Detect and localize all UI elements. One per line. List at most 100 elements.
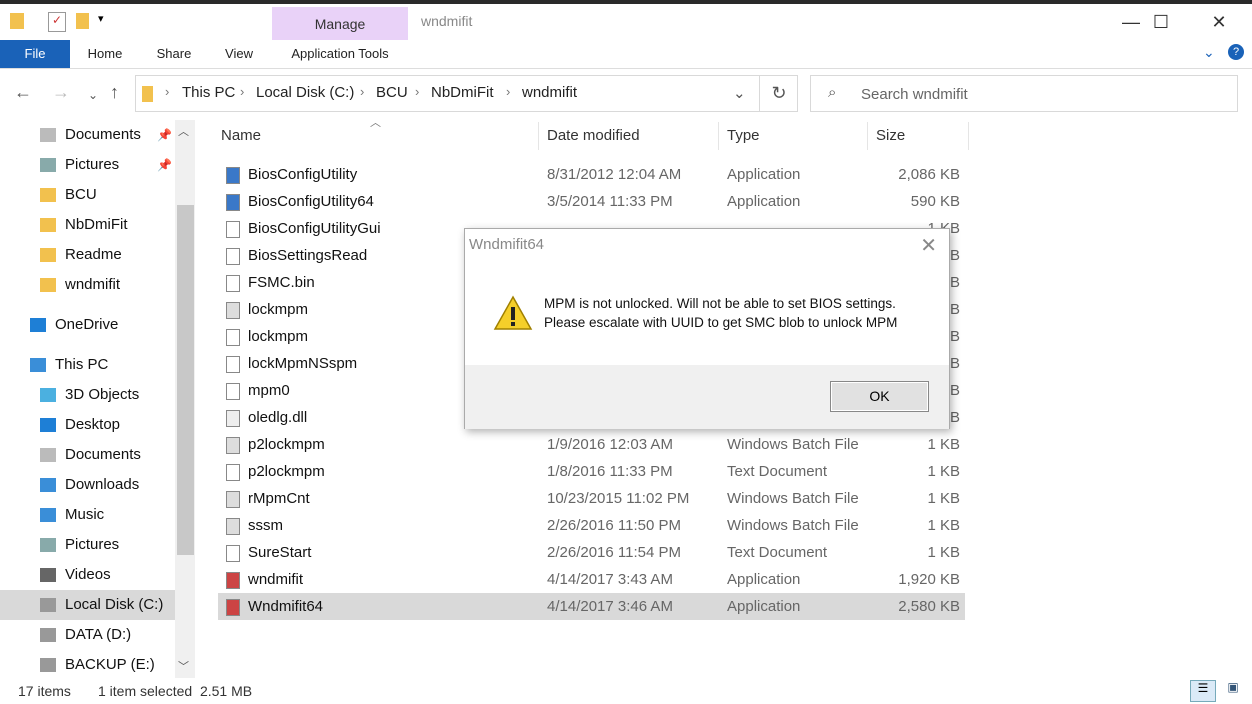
- large-icons-view-button[interactable]: ▣: [1220, 680, 1246, 702]
- music-icon: [40, 508, 56, 522]
- sidebar-item[interactable]: OneDrive: [0, 310, 175, 340]
- sidebar-item-label: wndmifit: [65, 276, 121, 293]
- column-divider[interactable]: [718, 122, 719, 150]
- column-date-modified[interactable]: Date modified: [547, 127, 640, 144]
- file-row[interactable]: rMpmCnt 10/23/2015 11:02 PM Windows Batc…: [218, 485, 965, 512]
- recent-locations-icon[interactable]: ⌄: [88, 88, 98, 102]
- sidebar-item[interactable]: DATA (D:): [0, 620, 175, 650]
- file-date: 2/26/2016 11:54 PM: [547, 544, 681, 561]
- tab-file[interactable]: File: [0, 40, 70, 68]
- breadcrumb-wndmifit[interactable]: wndmifit: [522, 84, 577, 101]
- scroll-up-icon[interactable]: ︿: [178, 123, 189, 139]
- maximize-button[interactable]: ☐: [1138, 8, 1184, 36]
- sidebar-item[interactable]: Desktop: [0, 410, 175, 440]
- sidebar-item[interactable]: Local Disk (C:): [0, 590, 175, 620]
- message-dialog: Wndmifit64 ✕ MPM is not unlocked. Will n…: [464, 228, 950, 429]
- breadcrumb-nbdmifit[interactable]: NbDmiFit: [431, 84, 494, 101]
- sidebar-item[interactable]: NbDmiFit: [0, 210, 175, 240]
- scrollbar-thumb[interactable]: [177, 205, 194, 555]
- item-count: 17 items: [18, 683, 71, 699]
- details-view-button[interactable]: ☰: [1190, 680, 1216, 702]
- breadcrumb-local-disk[interactable]: Local Disk (C:): [256, 84, 354, 101]
- file-row[interactable]: p2lockmpm 1/9/2016 12:03 AM Windows Batc…: [218, 431, 965, 458]
- file-batch-icon: [226, 302, 240, 319]
- sidebar-item-label: BCU: [65, 186, 97, 203]
- file-row[interactable]: BiosConfigUtility 8/31/2012 12:04 AM App…: [218, 161, 965, 188]
- file-name: lockMpmNSspm: [248, 355, 358, 372]
- new-folder-icon[interactable]: [76, 13, 89, 29]
- chevron-right-icon: ›: [240, 84, 245, 99]
- column-size[interactable]: Size: [876, 127, 905, 144]
- chevron-right-icon: ›: [506, 84, 511, 99]
- back-button[interactable]: ←: [14, 82, 32, 103]
- address-dropdown-icon[interactable]: ⌄: [733, 84, 746, 102]
- ribbon-divider: [0, 68, 1252, 69]
- tab-share[interactable]: Share: [152, 40, 196, 68]
- chevron-right-icon: ›: [360, 84, 365, 99]
- file-row[interactable]: wndmifit 4/14/2017 3:43 AM Application 1…: [218, 566, 965, 593]
- column-divider[interactable]: [867, 122, 868, 150]
- dialog-title: Wndmifit64: [469, 236, 545, 253]
- breadcrumb-this-pc[interactable]: This PC: [182, 84, 235, 101]
- file-size: 2,580 KB: [898, 598, 960, 615]
- sidebar-item[interactable]: Pictures 📌: [0, 150, 175, 180]
- file-row[interactable]: p2lockmpm 1/8/2016 11:33 PM Text Documen…: [218, 458, 965, 485]
- column-divider[interactable]: [538, 122, 539, 150]
- manage-context-tab[interactable]: Manage: [272, 7, 408, 40]
- sidebar-item[interactable]: BACKUP (E:): [0, 650, 175, 680]
- breadcrumb-bcu[interactable]: BCU: [376, 84, 408, 101]
- sidebar-item-label: Music: [65, 506, 105, 523]
- sidebar-item[interactable]: Documents 📌: [0, 120, 175, 150]
- file-batch-icon: [226, 518, 240, 535]
- refresh-button[interactable]: ↻: [759, 75, 798, 112]
- pin-icon[interactable]: 📌: [157, 120, 172, 150]
- customize-toolbar-icon[interactable]: ▾: [98, 12, 104, 32]
- computer-icon: [30, 358, 46, 372]
- close-button[interactable]: ✕: [1196, 8, 1242, 36]
- sidebar-item-label: NbDmiFit: [65, 216, 128, 233]
- sidebar-item[interactable]: BCU: [0, 180, 175, 210]
- search-icon: ⌕: [828, 84, 837, 101]
- sidebar-item[interactable]: Music: [0, 500, 175, 530]
- dialog-close-button[interactable]: ✕: [920, 233, 937, 258]
- ok-button[interactable]: OK: [830, 381, 929, 412]
- column-type[interactable]: Type: [727, 127, 760, 144]
- file-exe-icon: [226, 599, 240, 616]
- sidebar-item[interactable]: This PC: [0, 350, 175, 380]
- tab-application-tools[interactable]: Application Tools: [272, 40, 408, 68]
- sidebar-item[interactable]: wndmifit: [0, 270, 175, 300]
- column-name[interactable]: Name: [221, 127, 261, 144]
- top-border: [0, 0, 1252, 4]
- file-type: Application: [727, 166, 801, 183]
- pin-icon[interactable]: 📌: [157, 150, 172, 180]
- help-icon[interactable]: ?: [1228, 44, 1244, 60]
- forward-button[interactable]: →: [52, 82, 70, 103]
- up-button[interactable]: ↑: [110, 82, 119, 103]
- properties-icon[interactable]: ✓: [48, 12, 66, 32]
- sidebar-item-label: Pictures: [65, 536, 120, 553]
- column-divider[interactable]: [968, 122, 969, 150]
- file-row[interactable]: Wndmifit64 4/14/2017 3:46 AM Application…: [218, 593, 965, 620]
- pictures-icon: [40, 158, 56, 172]
- file-row[interactable]: SureStart 2/26/2016 11:54 PM Text Docume…: [218, 539, 965, 566]
- sidebar-item-label: Local Disk (C:): [65, 596, 164, 613]
- sidebar-item[interactable]: Pictures: [0, 530, 175, 560]
- expand-ribbon-icon[interactable]: ⌄: [1203, 44, 1215, 61]
- sidebar-item[interactable]: Downloads: [0, 470, 175, 500]
- sidebar-item[interactable]: Readme: [0, 240, 175, 270]
- sidebar-item[interactable]: 3D Objects: [0, 380, 175, 410]
- file-name: rMpmCnt: [248, 490, 310, 507]
- file-file-icon: [226, 275, 240, 292]
- scroll-down-icon[interactable]: ﹀: [178, 658, 189, 674]
- tab-home[interactable]: Home: [82, 40, 128, 68]
- file-row[interactable]: sssm 2/26/2016 11:50 PM Windows Batch Fi…: [218, 512, 965, 539]
- file-date: 4/14/2017 3:46 AM: [547, 598, 673, 615]
- file-row[interactable]: BiosConfigUtility64 3/5/2014 11:33 PM Ap…: [218, 188, 965, 215]
- search-input[interactable]: Search wndmifit: [810, 75, 1238, 112]
- tab-view[interactable]: View: [220, 40, 258, 68]
- file-name: lockmpm: [248, 301, 309, 318]
- sidebar-item[interactable]: Documents: [0, 440, 175, 470]
- cube-icon: [40, 388, 56, 402]
- folder-icon: [142, 86, 153, 102]
- sidebar-item[interactable]: Videos: [0, 560, 175, 590]
